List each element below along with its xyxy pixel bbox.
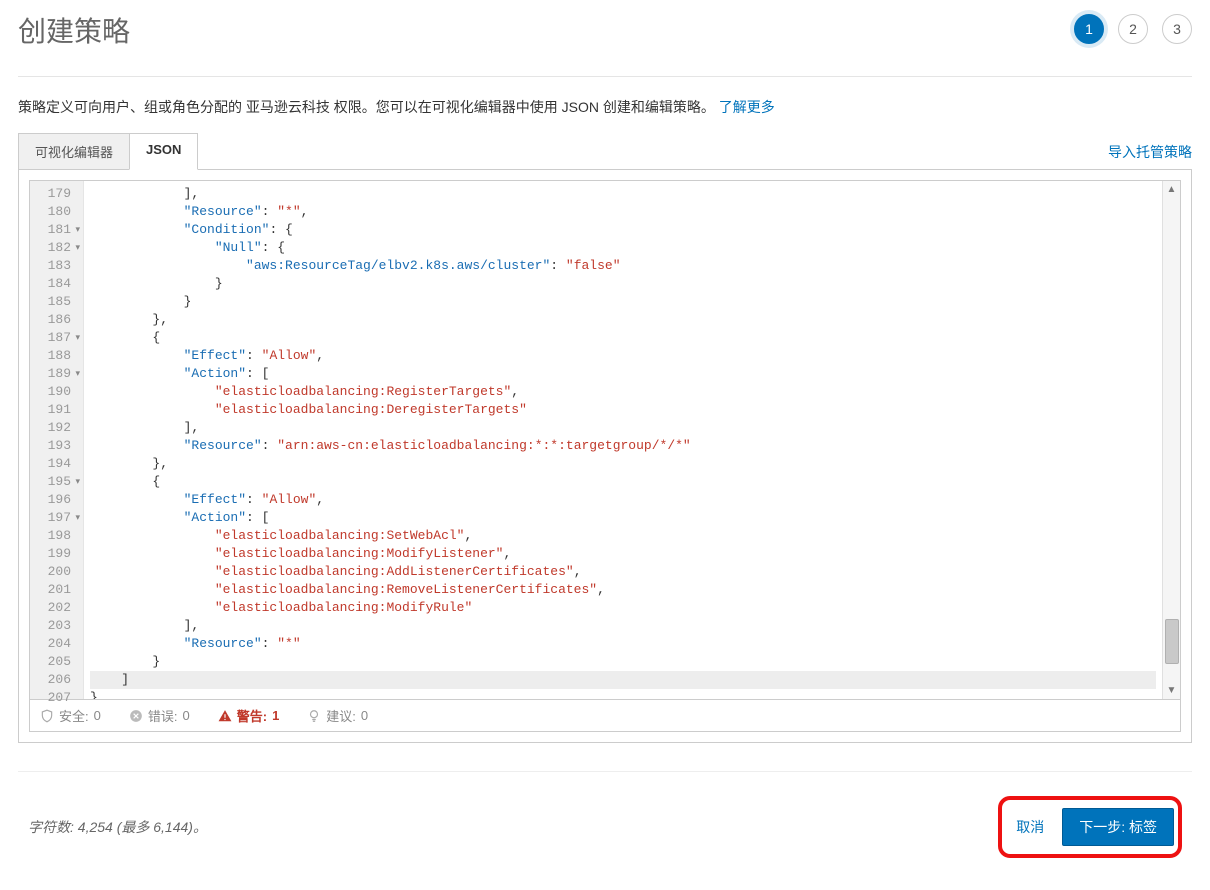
line-number: 190 <box>34 383 71 401</box>
status-suggestions-count: 0 <box>361 708 368 723</box>
description-text: 策略定义可向用户、组或角色分配的 亚马逊云科技 权限。您可以在可视化编辑器中使用… <box>18 99 719 115</box>
line-number: 184 <box>34 275 71 293</box>
step-1[interactable]: 1 <box>1074 14 1104 44</box>
line-number: 207 <box>34 689 71 707</box>
code-line[interactable]: "Action": [ <box>90 365 1156 383</box>
line-number: 179 <box>34 185 71 203</box>
code-line[interactable]: ] <box>90 671 1156 689</box>
status-warnings[interactable]: 警告: 1 <box>218 706 280 725</box>
line-number: 186 <box>34 311 71 329</box>
line-number: 199 <box>34 545 71 563</box>
learn-more-link[interactable]: 了解更多 <box>719 99 775 115</box>
step-2[interactable]: 2 <box>1118 14 1148 44</box>
json-editor-panel: 1791801811821831841851861871881891901911… <box>18 169 1192 743</box>
code-line[interactable]: "elasticloadbalancing:DeregisterTargets" <box>90 401 1156 419</box>
code-line[interactable]: } <box>90 689 1156 699</box>
line-number: 200 <box>34 563 71 581</box>
code-line[interactable]: } <box>90 293 1156 311</box>
validation-status-bar: 安全: 0 错误: 0 警告: 1 建议: 0 <box>29 700 1181 732</box>
code-line[interactable]: ], <box>90 419 1156 437</box>
scroll-thumb[interactable] <box>1165 619 1179 664</box>
status-warnings-count: 1 <box>272 708 279 723</box>
status-errors-count: 0 <box>182 708 189 723</box>
line-number: 191 <box>34 401 71 419</box>
line-number: 194 <box>34 455 71 473</box>
code-line[interactable]: "elasticloadbalancing:SetWebAcl", <box>90 527 1156 545</box>
line-number: 196 <box>34 491 71 509</box>
warning-icon <box>218 709 232 723</box>
code-line[interactable]: { <box>90 473 1156 491</box>
policy-description: 策略定义可向用户、组或角色分配的 亚马逊云科技 权限。您可以在可视化编辑器中使用… <box>18 97 1192 117</box>
status-security-count: 0 <box>94 708 101 723</box>
code-line[interactable]: "Resource": "arn:aws-cn:elasticloadbalan… <box>90 437 1156 455</box>
status-errors-label: 错误: <box>148 706 178 725</box>
line-number: 180 <box>34 203 71 221</box>
page-title: 创建策略 <box>18 10 130 50</box>
line-number: 205 <box>34 653 71 671</box>
line-number: 192 <box>34 419 71 437</box>
divider <box>18 76 1192 77</box>
line-number: 187 <box>34 329 71 347</box>
code-line[interactable]: "Effect": "Allow", <box>90 491 1156 509</box>
code-line[interactable]: "Null": { <box>90 239 1156 257</box>
code-line[interactable]: }, <box>90 455 1156 473</box>
vertical-scrollbar[interactable]: ▲ ▼ <box>1162 181 1180 699</box>
code-line[interactable]: "Resource": "*" <box>90 635 1156 653</box>
line-number: 188 <box>34 347 71 365</box>
error-icon <box>129 709 143 723</box>
line-number: 189 <box>34 365 71 383</box>
lightbulb-icon <box>307 709 321 723</box>
line-number: 203 <box>34 617 71 635</box>
import-managed-policy-link[interactable]: 导入托管策略 <box>1108 142 1192 170</box>
code-line[interactable]: { <box>90 329 1156 347</box>
code-line[interactable]: "elasticloadbalancing:RegisterTargets", <box>90 383 1156 401</box>
line-number: 193 <box>34 437 71 455</box>
line-number: 204 <box>34 635 71 653</box>
code-line[interactable]: "elasticloadbalancing:ModifyRule" <box>90 599 1156 617</box>
json-code-area[interactable]: ], "Resource": "*", "Condition": { "Null… <box>84 181 1162 699</box>
step-3[interactable]: 3 <box>1162 14 1192 44</box>
line-number-gutter: 1791801811821831841851861871881891901911… <box>30 181 84 699</box>
status-security[interactable]: 安全: 0 <box>40 706 101 725</box>
code-line[interactable]: } <box>90 653 1156 671</box>
editor-tabs: 可视化编辑器 JSON <box>18 133 197 170</box>
line-number: 185 <box>34 293 71 311</box>
code-line[interactable]: "Action": [ <box>90 509 1156 527</box>
status-errors[interactable]: 错误: 0 <box>129 706 190 725</box>
code-line[interactable]: "Condition": { <box>90 221 1156 239</box>
scroll-down-icon[interactable]: ▼ <box>1167 682 1177 699</box>
status-suggestions-label: 建议: <box>326 706 356 725</box>
code-line[interactable]: "elasticloadbalancing:ModifyListener", <box>90 545 1156 563</box>
status-security-label: 安全: <box>59 706 89 725</box>
footer-actions-highlight: 取消 下一步: 标签 <box>998 796 1182 858</box>
tab-json[interactable]: JSON <box>129 133 198 170</box>
character-count: 字符数: 4,254 (最多 6,144)。 <box>28 817 207 837</box>
cancel-button[interactable]: 取消 <box>1016 817 1044 837</box>
code-line[interactable]: "elasticloadbalancing:RemoveListenerCert… <box>90 581 1156 599</box>
line-number: 198 <box>34 527 71 545</box>
line-number: 182 <box>34 239 71 257</box>
status-suggestions[interactable]: 建议: 0 <box>307 706 368 725</box>
line-number: 183 <box>34 257 71 275</box>
line-number: 202 <box>34 599 71 617</box>
code-line[interactable]: }, <box>90 311 1156 329</box>
line-number: 197 <box>34 509 71 527</box>
wizard-steps: 1 2 3 <box>1074 14 1192 44</box>
line-number: 201 <box>34 581 71 599</box>
next-step-tags-button[interactable]: 下一步: 标签 <box>1062 808 1174 846</box>
line-number: 206 <box>34 671 71 689</box>
scroll-up-icon[interactable]: ▲ <box>1167 181 1177 198</box>
line-number: 181 <box>34 221 71 239</box>
code-line[interactable]: ], <box>90 185 1156 203</box>
code-line[interactable]: } <box>90 275 1156 293</box>
status-warnings-label: 警告: <box>237 706 267 725</box>
code-line[interactable]: "aws:ResourceTag/elbv2.k8s.aws/cluster":… <box>90 257 1156 275</box>
shield-icon <box>40 709 54 723</box>
code-line[interactable]: ], <box>90 617 1156 635</box>
line-number: 195 <box>34 473 71 491</box>
code-line[interactable]: "Effect": "Allow", <box>90 347 1156 365</box>
code-line[interactable]: "elasticloadbalancing:AddListenerCertifi… <box>90 563 1156 581</box>
tab-visual-editor[interactable]: 可视化编辑器 <box>18 133 130 170</box>
code-line[interactable]: "Resource": "*", <box>90 203 1156 221</box>
